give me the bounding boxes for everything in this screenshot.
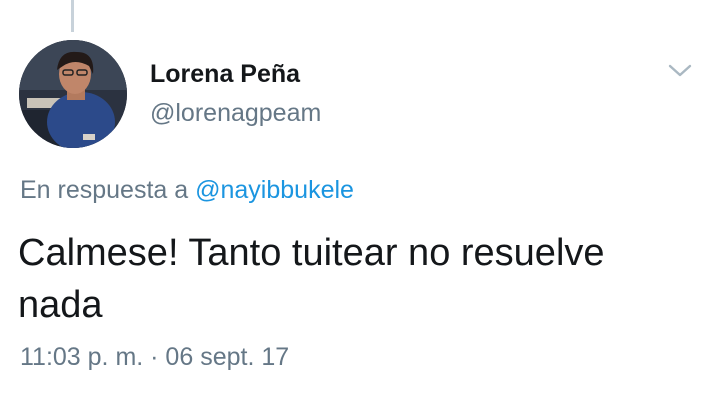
chevron-down-icon[interactable] xyxy=(666,58,694,82)
author-display-name[interactable]: Lorena Peña xyxy=(150,60,300,89)
reply-mention-link[interactable]: @nayibbukele xyxy=(195,176,354,204)
avatar[interactable] xyxy=(19,40,127,148)
reply-prefix: En respuesta a xyxy=(20,176,189,204)
thread-connector-line xyxy=(71,0,74,32)
reply-context: En respuesta a @nayibbukele xyxy=(20,176,354,205)
tweet-text: Calmese! Tanto tuitear no resuelve nada xyxy=(18,232,605,326)
avatar-image xyxy=(19,40,127,148)
author-handle[interactable]: @lorenagpeam xyxy=(150,99,321,128)
tweet-timestamp[interactable]: 11:03 p. m. · 06 sept. 17 xyxy=(20,343,289,372)
